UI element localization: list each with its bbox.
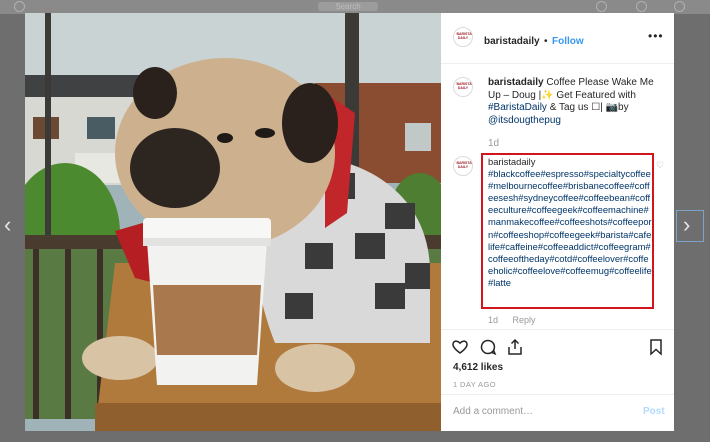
more-options-icon[interactable]: ••• (648, 29, 664, 43)
next-post-button[interactable]: › (676, 210, 704, 242)
post-header: BARISTA DAILY baristadaily • Follow ••• (441, 13, 674, 64)
comment-meta: 1d Reply (488, 315, 536, 325)
post-photo[interactable] (25, 13, 441, 431)
bookmark-icon[interactable] (647, 338, 665, 356)
post-age: 1 DAY AGO (453, 380, 496, 389)
top-navigation-bar: Search (0, 0, 710, 14)
caption-camera-by: 📷by (605, 102, 629, 113)
caption-middle: & Tag us ☐| (549, 102, 603, 113)
caption-timestamp: 1d (488, 138, 500, 149)
barista-daily-logo: BARISTA DAILY (456, 161, 472, 169)
post-comment-button[interactable]: Post (643, 406, 665, 417)
header-username[interactable]: baristadaily (484, 36, 540, 47)
share-icon[interactable] (506, 338, 524, 356)
heart-icon[interactable] (451, 338, 469, 356)
post-details-panel: BARISTA DAILY baristadaily • Follow ••• … (441, 13, 674, 431)
separator-dot: • (544, 36, 548, 47)
comment-hashtags[interactable]: #blackcoffee#espresso#specialtycoffee#me… (488, 168, 652, 288)
header-user-line: baristadaily • Follow (484, 31, 584, 49)
pug-with-coffee-image (25, 13, 441, 431)
add-comment-bar: Add a comment… Post (441, 394, 674, 432)
comment-timestamp: 1d (488, 315, 499, 325)
activity-heart-icon[interactable] (636, 1, 647, 12)
profile-icon[interactable] (674, 1, 685, 12)
explore-icon[interactable] (596, 1, 607, 12)
like-comment-heart-icon[interactable]: ♡ (656, 160, 664, 171)
comment-input[interactable]: Add a comment… (453, 406, 533, 417)
caption-hashtag[interactable]: #BaristaDaily (488, 102, 547, 113)
likes-count[interactable]: 4,612 likes (453, 362, 503, 373)
comment-icon[interactable] (479, 338, 497, 356)
caption: baristadaily Coffee Please Wake Me Up – … (488, 77, 664, 127)
chevron-right-icon: › (683, 212, 691, 237)
comment-avatar[interactable]: BARISTA DAILY (453, 156, 473, 176)
barista-daily-logo: BARISTA DAILY (456, 82, 472, 90)
comment-username[interactable]: baristadaily (488, 156, 535, 167)
caption-username[interactable]: baristadaily (488, 77, 544, 88)
follow-button[interactable]: Follow (552, 36, 584, 47)
previous-post-arrow-icon[interactable]: ‹ (4, 214, 11, 236)
caption-mention[interactable]: @itsdougthepug (488, 115, 561, 126)
avatar[interactable]: BARISTA DAILY (453, 27, 473, 47)
reply-button[interactable]: Reply (513, 315, 536, 325)
instagram-logo-icon[interactable] (14, 1, 25, 12)
barista-daily-logo: BARISTA DAILY (456, 32, 472, 40)
search-input[interactable]: Search (318, 2, 378, 11)
caption-avatar[interactable]: BARISTA DAILY (453, 77, 473, 97)
hashtag-comment: baristadaily #blackcoffee#espresso#speci… (488, 156, 653, 289)
